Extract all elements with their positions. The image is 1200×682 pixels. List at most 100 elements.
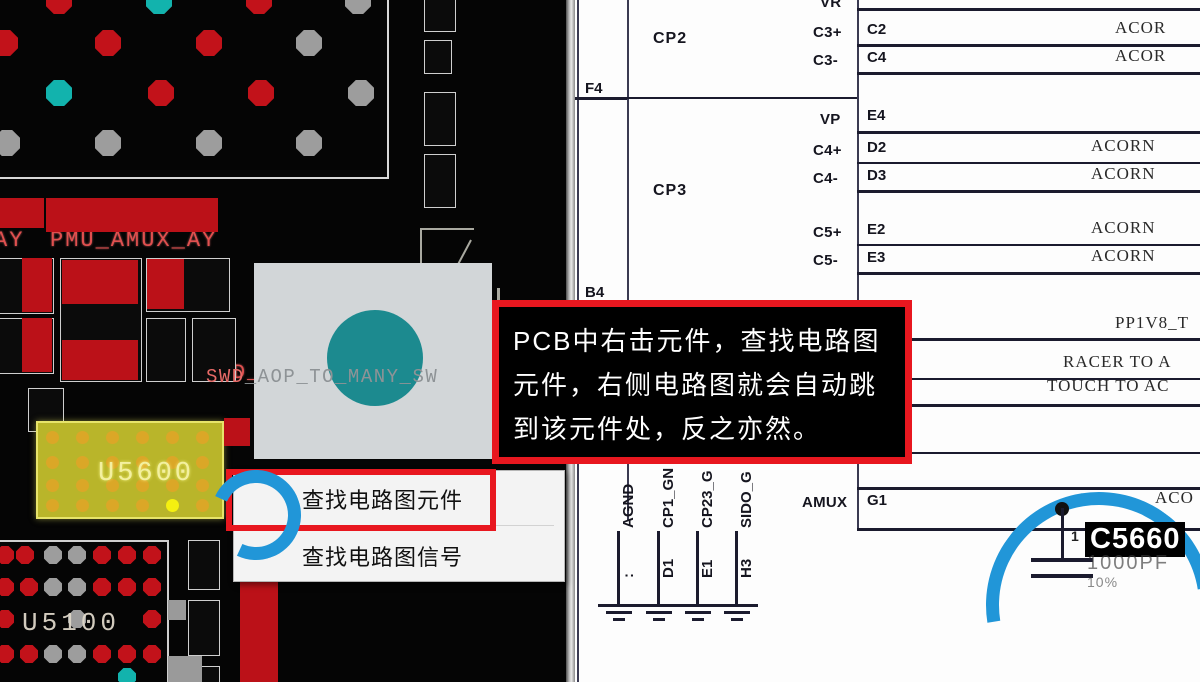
pcb-component-u5100-label: U5100	[22, 608, 121, 638]
schematic-pin-name-vertical: AGND	[620, 483, 637, 528]
pcb-pad[interactable]	[143, 645, 161, 663]
pcb-trace-label-prefix: SWD	[206, 366, 245, 388]
pcb-copper-block[interactable]	[22, 318, 52, 372]
ground-symbol-icon	[638, 604, 680, 621]
pcb-copper-block[interactable]	[147, 259, 184, 309]
schematic-pin-number: 1	[1071, 528, 1079, 544]
schematic-designator-vertical: H3	[738, 558, 755, 578]
schematic-wire	[857, 272, 1200, 275]
schematic-pin-name: VP	[820, 111, 841, 128]
schematic-pin-name: C3-	[813, 52, 839, 69]
pcb-smt-pad[interactable]	[424, 154, 456, 208]
pcb-copper-block[interactable]	[62, 340, 138, 380]
pcb-pad[interactable]	[44, 578, 62, 596]
schematic-designator: C2	[867, 21, 887, 38]
pcb-component-u5600-label: U5600	[98, 459, 195, 489]
schematic-wire	[857, 487, 1200, 490]
schematic-pin-name: VR	[820, 0, 842, 11]
schematic-wire	[1061, 508, 1064, 558]
schematic-net-label: ACO	[1155, 488, 1194, 507]
pcb-pad[interactable]	[20, 645, 38, 663]
pcb-pad[interactable]	[68, 546, 86, 564]
schematic-designator-vertical: :	[620, 573, 637, 578]
schematic-designator-g1: G1	[867, 492, 888, 509]
screenshot-root: 148 PMU_AMUX_AY AY SWD_AO SWD_AOP_TO_MAN…	[0, 0, 1200, 682]
pcb-pad[interactable]	[143, 546, 161, 564]
schematic-wire	[857, 8, 1200, 11]
schematic-component-value: 1000PF	[1087, 552, 1170, 574]
annotation-callout-text: PCB中右击元件，查找电路图元件，右侧电路图就会自动跳到该元件处，反之亦然。	[513, 326, 881, 444]
schematic-net-label: RACER TO A	[1063, 352, 1172, 371]
pcb-smt-pad[interactable]	[424, 92, 456, 146]
schematic-pin-name: C4-	[813, 170, 839, 187]
schematic-wire	[617, 531, 620, 604]
schematic-wire	[657, 531, 660, 604]
pcb-pad[interactable]	[143, 610, 161, 628]
schematic-pin-name-vertical: CP23_G	[699, 470, 716, 528]
schematic-net-label: ACORN	[1091, 136, 1156, 155]
pcb-pad[interactable]	[68, 645, 86, 663]
pcb-smt-pad[interactable]	[188, 540, 220, 590]
schematic-wire	[735, 531, 738, 604]
schematic-block-label-cp3: CP3	[653, 182, 688, 199]
schematic-designator: E2	[867, 221, 886, 238]
schematic-designator: D2	[867, 139, 887, 156]
schematic-wire	[696, 531, 699, 604]
pcb-copper-block[interactable]	[168, 656, 202, 682]
pcb-pad[interactable]	[93, 578, 111, 596]
pcb-trace	[420, 228, 474, 230]
pcb-silk-ay: AY	[0, 228, 25, 253]
pcb-pad[interactable]	[20, 578, 38, 596]
pcb-pad[interactable]	[118, 645, 136, 663]
pcb-pad[interactable]	[93, 546, 111, 564]
schematic-net-label: PP1V8_T	[1115, 313, 1190, 332]
pcb-pad[interactable]	[68, 578, 86, 596]
pcb-smt-pad[interactable]	[424, 0, 456, 32]
pcb-pad[interactable]	[118, 578, 136, 596]
pcb-pad[interactable]	[143, 578, 161, 596]
pcb-selected-pad[interactable]	[327, 310, 423, 406]
schematic-designator: E3	[867, 249, 886, 266]
pcb-pad[interactable]	[16, 546, 34, 564]
capacitor-plate	[1031, 574, 1093, 578]
pcb-smt-pad[interactable]	[188, 600, 220, 656]
pcb-copper-block[interactable]	[224, 418, 250, 446]
schematic-net-label: TOUCH TO AC	[1047, 376, 1170, 395]
pcb-component-u5600[interactable]: U5600	[36, 421, 224, 519]
pcb-trace-label-text: _AOP_TO_MANY_SW	[244, 366, 439, 388]
pcb-smt-pad[interactable]	[424, 40, 452, 74]
schematic-wire	[575, 97, 627, 100]
schematic-designator: D3	[867, 167, 887, 184]
pcb-copper-block[interactable]	[0, 198, 44, 228]
schematic-component-tolerance: 10%	[1087, 574, 1119, 590]
context-menu-item-label: 查找电路图信号	[302, 545, 464, 570]
pcb-pad[interactable]	[46, 80, 72, 106]
schematic-net-label: ACOR	[1115, 18, 1167, 37]
ground-symbol-icon	[677, 604, 719, 621]
schematic-net-label: ACORN	[1091, 218, 1156, 237]
schematic-pin-name: C5-	[813, 252, 839, 269]
schematic-designator: C4	[867, 49, 887, 66]
ground-symbol-icon	[716, 604, 758, 621]
schematic-pin-name: C3+	[813, 24, 842, 41]
pcb-pad[interactable]	[44, 645, 62, 663]
schematic-net-label: ACORN	[1091, 164, 1156, 183]
pcb-copper-block[interactable]	[46, 198, 218, 232]
pcb-pad[interactable]	[93, 645, 111, 663]
pcb-pad[interactable]	[44, 546, 62, 564]
pcb-pad[interactable]	[118, 546, 136, 564]
pcb-copper-block[interactable]	[168, 600, 186, 620]
schematic-designator-b4: B4	[585, 284, 605, 301]
pcb-smt-pad[interactable]	[146, 318, 186, 382]
schematic-designator: E4	[867, 107, 886, 124]
pcb-pad[interactable]	[95, 30, 121, 56]
schematic-wire	[627, 97, 857, 99]
schematic-designator-f4: F4	[585, 80, 603, 97]
pcb-copper-block[interactable]	[62, 260, 138, 304]
pcb-copper-block[interactable]	[22, 258, 52, 312]
schematic-pin-name-vertical: CP1_GN	[660, 467, 677, 528]
schematic-designator-vertical: D1	[660, 558, 677, 578]
capacitor-plate	[1031, 558, 1093, 562]
schematic-pin-name: C5+	[813, 224, 842, 241]
schematic-pin-name: C4+	[813, 142, 842, 159]
